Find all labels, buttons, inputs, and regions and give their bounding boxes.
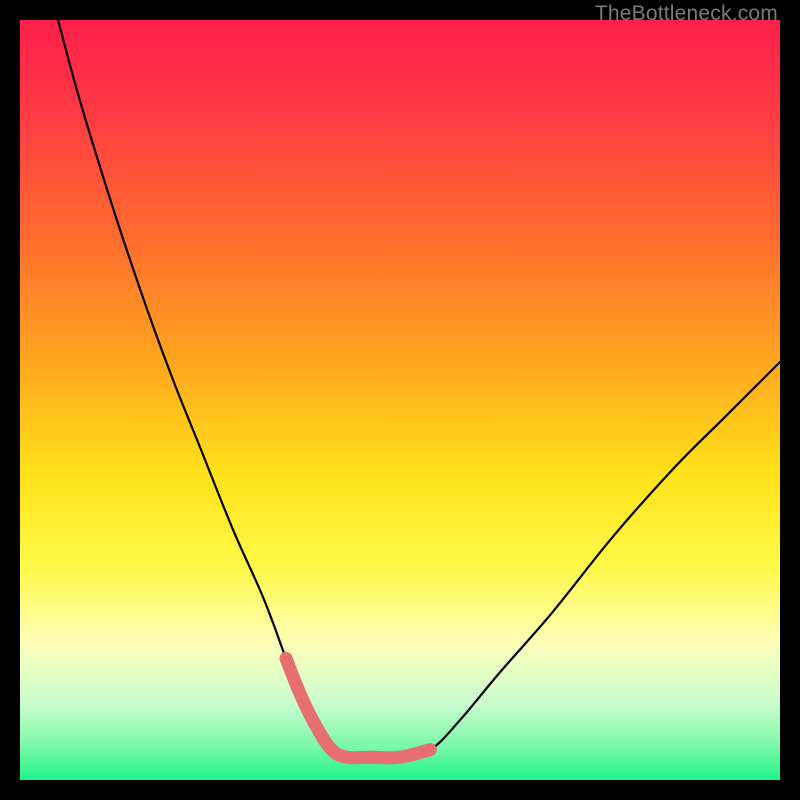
watermark-text: TheBottleneck.com — [595, 2, 778, 26]
curve-layer — [20, 20, 780, 780]
chart-frame: TheBottleneck.com — [0, 0, 800, 800]
highlight-segment — [286, 658, 430, 757]
bottleneck-curve — [58, 20, 780, 758]
plot-area — [20, 20, 780, 780]
